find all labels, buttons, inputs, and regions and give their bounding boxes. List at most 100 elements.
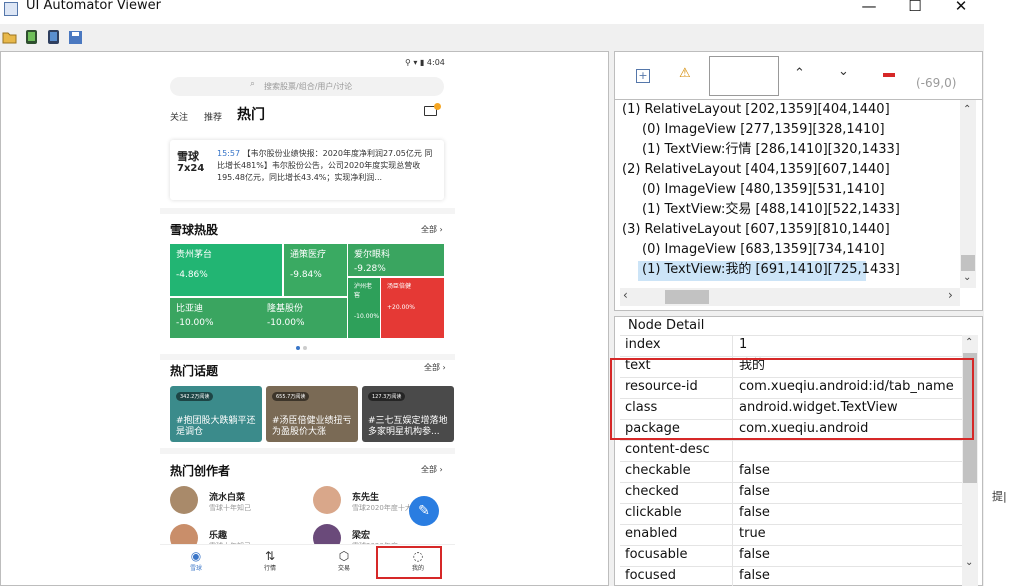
- row-divider: [620, 335, 963, 336]
- creator-name[interactable]: 流水白菜: [209, 490, 245, 503]
- property-value[interactable]: 1: [739, 335, 747, 355]
- stock-tile[interactable]: 爱尔眼科 -9.28%: [348, 244, 444, 276]
- device-screenshot-compressed-icon[interactable]: [46, 29, 62, 45]
- stock-name: 隆基股份: [267, 304, 304, 314]
- property-value[interactable]: false: [739, 566, 770, 586]
- property-value[interactable]: false: [739, 461, 770, 481]
- device-screenshot-icon[interactable]: [24, 29, 40, 45]
- hot-topics-all-link[interactable]: 全部 ›: [424, 362, 446, 373]
- creator-name[interactable]: 乐趣: [209, 528, 227, 541]
- tab-recommend[interactable]: 推荐: [204, 110, 222, 123]
- topic-title: #抱团股大跌躺平还是调仓: [176, 416, 256, 437]
- tree-node[interactable]: (0) ImageView [683,1359][734,1410]: [642, 241, 885, 259]
- properties-highlight: [610, 358, 974, 440]
- creators-all-link[interactable]: 全部 ›: [421, 464, 443, 475]
- stock-change: +20.00%: [387, 304, 415, 311]
- creator-name[interactable]: 梁宏: [352, 528, 370, 541]
- previous-match-icon[interactable]: ⌃: [794, 66, 805, 81]
- stock-change: -9.28%: [354, 264, 386, 274]
- property-value[interactable]: false: [739, 545, 770, 565]
- pencil-icon: ✎: [418, 503, 430, 519]
- toggle-naf-icon[interactable]: [883, 73, 895, 77]
- search-bar[interactable]: ⌕ 搜索股票/组合/用户/讨论: [170, 77, 444, 96]
- compose-fab[interactable]: ✎: [409, 496, 439, 526]
- save-icon[interactable]: [68, 30, 83, 45]
- stock-tile[interactable]: 贵州茅台 -4.86%: [170, 244, 282, 296]
- hot-stocks-all-link[interactable]: 全部 ›: [421, 224, 443, 235]
- tree-hscroll-thumb[interactable]: [665, 290, 709, 304]
- tree-vertical-scrollbar[interactable]: ⌃ ⌄: [960, 100, 976, 288]
- title-bar: UI Automator Viewer — ☐ ✕: [0, 0, 984, 24]
- topic-card[interactable]: 342.2万阅读 #抱团股大跌躺平还是调仓: [170, 386, 262, 442]
- avatar: [170, 486, 198, 514]
- scroll-left-icon[interactable]: ‹: [623, 288, 628, 302]
- stock-change: -4.86%: [176, 270, 208, 280]
- detail-scroll-up-icon[interactable]: ⌃: [965, 337, 973, 348]
- stock-tile[interactable]: 通策医疗 -9.84%: [284, 244, 347, 296]
- scroll-down-icon[interactable]: ⌄: [963, 272, 971, 283]
- stock-tile[interactable]: 汤臣倍健 +20.00%: [381, 278, 444, 338]
- tree-horizontal-scrollbar[interactable]: ‹ ›: [620, 288, 960, 306]
- news-text: 15:57 【韦尔股份业绩快报：2020年度净利润27.05亿元 同比增长481…: [217, 149, 433, 182]
- news-card[interactable]: 雪球 7x24 15:57 【韦尔股份业绩快报：2020年度净利润27.05亿元…: [170, 140, 444, 200]
- node-detail-title: Node Detail: [626, 318, 707, 333]
- xueqiu-logo-text: 雪球: [177, 150, 199, 163]
- tree-node[interactable]: (1) TextView:交易 [488,1410][522,1433]: [642, 201, 900, 219]
- property-name: focusable: [625, 547, 688, 562]
- topic-card[interactable]: 127.3万阅读 #三七互娱定增落地多家明星机构参...: [362, 386, 454, 442]
- property-value[interactable]: true: [739, 524, 766, 544]
- stock-name: 贵州茅台: [176, 250, 213, 260]
- scroll-right-icon[interactable]: ›: [948, 288, 953, 302]
- bottom-nav-label: 雪球: [189, 565, 202, 572]
- detail-scroll-down-icon[interactable]: ⌄: [965, 557, 973, 568]
- expand-all-button[interactable]: +: [636, 69, 650, 83]
- window-title: UI Automator Viewer: [26, 0, 162, 13]
- maximize-button[interactable]: ☐: [892, 0, 938, 16]
- tree-node[interactable]: (1) TextView:行情 [286,1410][320,1433]: [642, 141, 900, 159]
- tab-hot[interactable]: 热门: [237, 104, 265, 124]
- tree-node[interactable]: (1) RelativeLayout [202,1359][404,1440]: [622, 101, 890, 119]
- location-icon: ⚲ ▾ ▮: [405, 58, 427, 67]
- next-match-icon[interactable]: ⌄: [838, 64, 849, 79]
- device-screenshot[interactable]: ⚲ ▾ ▮ 4:04 ⌕ 搜索股票/组合/用户/讨论 关注 推荐 热门 雪球 7…: [160, 56, 455, 578]
- creator-name[interactable]: 东先生: [352, 490, 379, 503]
- coordinates-readout: (-69,0): [916, 76, 957, 90]
- bottom-nav-item[interactable]: ◉ 雪球: [176, 549, 216, 572]
- creator-desc: 雪球十年知己: [209, 504, 251, 512]
- pager-dot: [303, 346, 307, 350]
- stock-tile[interactable]: 泸州老窖 -10.00%: [348, 278, 380, 338]
- property-name: index: [625, 337, 661, 352]
- market-icon: ⇅: [264, 549, 276, 563]
- topic-read-count: 342.2万阅读: [176, 392, 214, 401]
- hot-topics-title: 热门话题: [170, 364, 219, 378]
- close-button[interactable]: ✕: [938, 0, 984, 16]
- tree-node[interactable]: (0) ImageView [480,1359][531,1410]: [642, 181, 885, 199]
- bottom-nav-item[interactable]: ⬡ 交易: [324, 549, 364, 572]
- trade-icon: ⬡: [338, 549, 350, 563]
- tree-node[interactable]: (0) ImageView [277,1359][328,1410]: [642, 121, 885, 139]
- creators-title: 热门创作者: [170, 464, 231, 478]
- minimize-button[interactable]: —: [846, 0, 892, 16]
- tab-follow[interactable]: 关注: [170, 110, 188, 123]
- hot-stocks-title: 雪球热股: [170, 223, 219, 237]
- node-search-input[interactable]: [709, 56, 779, 96]
- stock-tile[interactable]: 隆基股份 -10.00%: [261, 298, 347, 338]
- tree-scroll-thumb[interactable]: [961, 255, 975, 271]
- status-time: 4:04: [426, 58, 445, 67]
- property-name: content-desc: [625, 442, 710, 457]
- stock-name: 通策医疗: [290, 250, 327, 260]
- topic-card[interactable]: 655.7万阅读 #汤臣倍健业绩扭亏为盈股价大涨: [266, 386, 358, 442]
- tree-node[interactable]: (3) RelativeLayout [607,1359][810,1440]: [622, 221, 890, 239]
- search-icon: ⌕: [250, 79, 256, 89]
- row-divider: [620, 356, 963, 357]
- tree-node[interactable]: (2) RelativeLayout [404,1359][607,1440]: [622, 161, 890, 179]
- property-name: enabled: [625, 526, 678, 541]
- tree-node[interactable]: (1) TextView:我的 [691,1410][725,1433]: [642, 261, 900, 279]
- folder-open-icon[interactable]: [2, 30, 18, 44]
- bottom-nav-item[interactable]: ⇅ 行情: [250, 549, 290, 572]
- property-value[interactable]: false: [739, 482, 770, 502]
- scroll-up-icon[interactable]: ⌃: [963, 104, 971, 115]
- property-value[interactable]: false: [739, 503, 770, 523]
- panel-divider: [614, 99, 983, 100]
- warning-icon[interactable]: ⚠: [679, 66, 691, 81]
